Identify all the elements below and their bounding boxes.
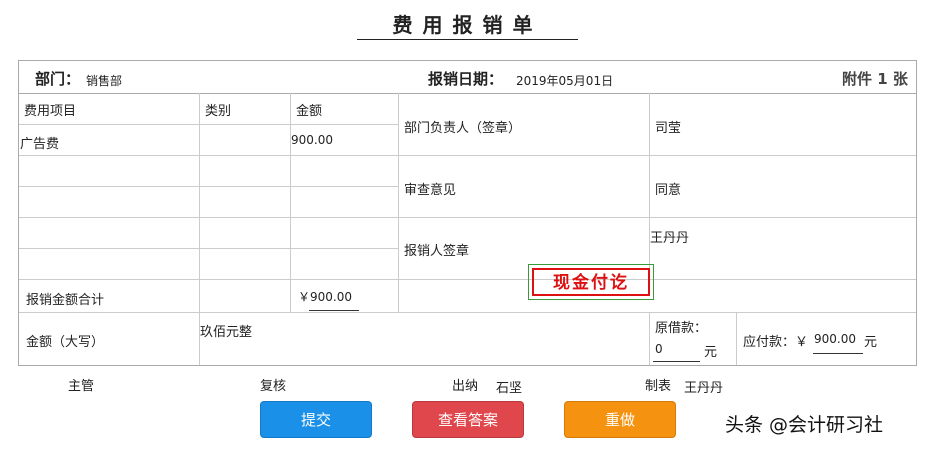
dept-head-value[interactable]: 司莹 xyxy=(655,117,681,136)
advance-value[interactable]: 0 xyxy=(655,342,663,356)
payable-label: 应付款：￥ xyxy=(743,335,809,350)
col-header-amount: 金额 xyxy=(296,104,323,119)
watermark: 头条 @会计研习社 xyxy=(725,414,884,436)
row-item-cell[interactable]: 广告费 xyxy=(20,133,59,152)
form-title: 费用报销单 xyxy=(357,12,578,40)
total-underline xyxy=(309,310,359,311)
dept-head-label: 部门负责人（签章） xyxy=(404,121,522,136)
submit-button[interactable]: 提交 xyxy=(260,401,372,438)
advance-label: 原借款： xyxy=(655,321,708,336)
date-label: 报销日期： xyxy=(428,70,504,88)
checker-label: 复核 xyxy=(260,379,287,394)
total-value: ￥900.00 xyxy=(298,290,352,304)
header-divider xyxy=(19,93,916,94)
review-label: 审查意见 xyxy=(404,183,457,198)
col-header-item: 费用项目 xyxy=(24,104,77,119)
grid-line xyxy=(649,312,650,365)
col-header-category: 类别 xyxy=(205,104,232,119)
grid-line xyxy=(19,312,916,313)
grid-line xyxy=(19,217,916,218)
supervisor-label: 主管 xyxy=(68,379,95,394)
capital-label: 金额（大写） xyxy=(26,335,105,350)
preparer-value[interactable]: 王丹丹 xyxy=(684,377,723,396)
review-value[interactable]: 同意 xyxy=(655,179,681,198)
advance-underline xyxy=(653,361,700,362)
grid-line xyxy=(290,93,291,313)
date-value: 2019年05月01日 xyxy=(516,74,614,88)
dept-label: 部门： xyxy=(35,70,81,88)
payable-value[interactable]: 900.00 xyxy=(814,332,856,346)
claimant-value[interactable]: 王丹丹 xyxy=(650,227,689,246)
capital-value[interactable]: 玖佰元整 xyxy=(200,321,252,340)
claimant-label: 报销人签章 xyxy=(404,244,470,259)
attachment-count: 附件 1 张 xyxy=(842,70,908,88)
advance-unit: 元 xyxy=(704,345,718,360)
paid-stamp: 现金付讫 xyxy=(528,264,654,300)
grid-line xyxy=(19,155,916,156)
grid-line xyxy=(19,124,399,125)
grid-line xyxy=(19,279,916,280)
redo-button[interactable]: 重做 xyxy=(564,401,676,438)
paid-stamp-text: 现金付讫 xyxy=(532,268,650,296)
row-amount-cell[interactable]: 900.00 xyxy=(291,133,333,147)
grid-line xyxy=(19,248,399,249)
dept-value: 销售部 xyxy=(86,74,123,88)
grid-line xyxy=(649,93,650,280)
view-answer-button[interactable]: 查看答案 xyxy=(412,401,524,438)
expense-form xyxy=(18,60,917,366)
preparer-label: 制表 xyxy=(645,379,672,394)
grid-line xyxy=(199,93,200,313)
payable-underline xyxy=(813,353,863,354)
grid-line xyxy=(736,312,737,365)
cashier-label: 出纳 xyxy=(452,379,479,394)
grid-line xyxy=(398,93,399,313)
cashier-value[interactable]: 石坚 xyxy=(496,377,522,396)
payable-unit: 元 xyxy=(864,335,878,350)
total-label: 报销金额合计 xyxy=(26,293,105,308)
grid-line xyxy=(19,186,399,187)
